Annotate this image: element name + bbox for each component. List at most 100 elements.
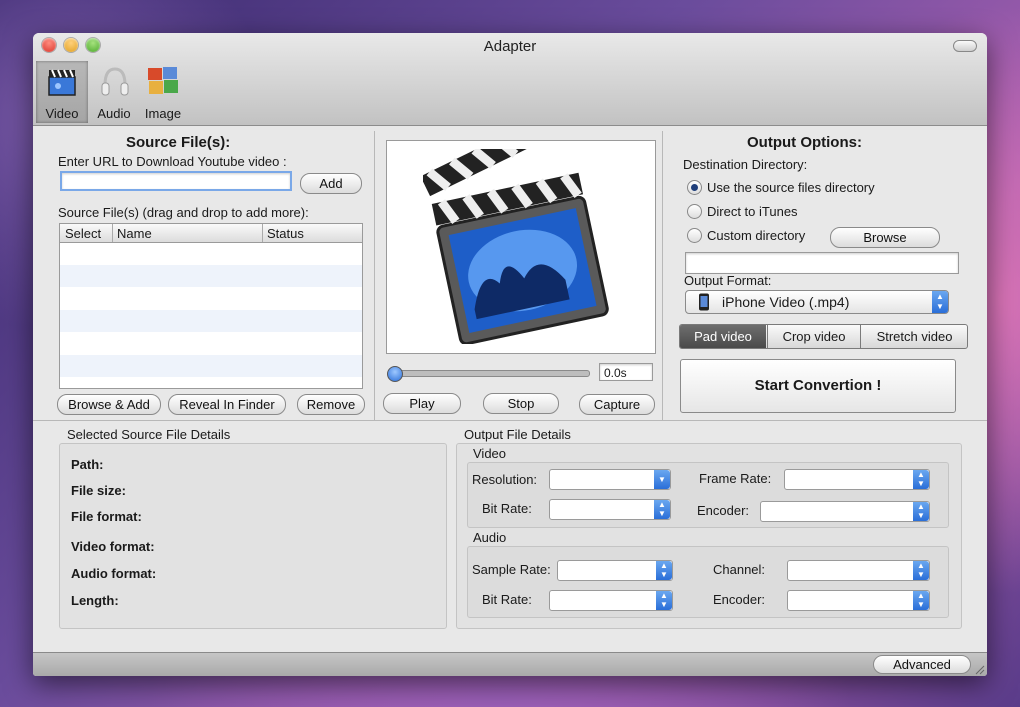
time-field: 0.0s <box>599 363 653 381</box>
source-title: Source File(s): <box>126 134 231 151</box>
audio-bit-rate-select[interactable]: ▲ ▼ <box>549 590 673 611</box>
toolbar-image-tab[interactable]: Image <box>137 61 189 123</box>
capture-button[interactable]: Capture <box>579 394 655 415</box>
output-format-select[interactable]: iPhone Video (.mp4) ▲ ▼ <box>685 290 949 314</box>
column-status[interactable]: Status <box>267 226 304 241</box>
seek-slider-knob[interactable] <box>387 366 403 382</box>
bottom-bar <box>33 652 987 676</box>
url-label: Enter URL to Download Youtube video : <box>58 154 287 169</box>
chevron-updown-icon: ▲ ▼ <box>913 502 929 521</box>
chevron-updown-icon: ▲ ▼ <box>913 561 929 580</box>
stop-button[interactable]: Stop <box>483 393 559 414</box>
stretch-video-segment[interactable]: Stretch video <box>860 325 967 348</box>
clapperboard-icon <box>423 149 609 344</box>
seek-slider[interactable] <box>387 366 590 382</box>
table-row <box>60 355 362 377</box>
iphone-icon <box>699 293 709 311</box>
video-preview <box>386 140 656 354</box>
table-header: Select Name Status <box>60 224 362 243</box>
output-options-title: Output Options: <box>747 134 862 151</box>
source-list-label: Source File(s) (drag and drop to add mor… <box>58 205 309 220</box>
toolbar-image-label: Image <box>144 106 182 121</box>
video-format-label: Video format: <box>71 539 155 554</box>
start-conversion-button[interactable]: Start Convertion ! <box>680 359 956 413</box>
video-encoder-select[interactable]: ▲ ▼ <box>760 501 930 522</box>
resize-grip-icon[interactable] <box>973 663 985 675</box>
chevron-updown-icon: ▲ ▼ <box>656 591 672 610</box>
channel-select[interactable]: ▲ ▼ <box>787 560 930 581</box>
column-separator <box>262 224 263 242</box>
browse-add-button[interactable]: Browse & Add <box>57 394 161 415</box>
column-select[interactable]: Select <box>65 226 101 241</box>
add-url-button[interactable]: Add <box>300 173 362 194</box>
audio-bit-rate-label: Bit Rate: <box>482 592 532 607</box>
audio-format-label: Audio format: <box>71 566 157 581</box>
window-title: Adapter <box>483 38 537 55</box>
toolbar-video-tab[interactable]: Video <box>36 61 88 123</box>
toolbar-audio-label: Audio <box>97 106 131 121</box>
play-button[interactable]: Play <box>383 393 461 414</box>
video-bit-rate-select[interactable]: ▲ ▼ <box>549 499 671 520</box>
remove-button[interactable]: Remove <box>297 394 365 415</box>
audio-settings-group: Sample Rate: ▲ ▼ Channel: ▲ ▼ Bit Rate: ▲ ▼… <box>467 546 949 618</box>
toolbar-audio-tab[interactable]: Audio <box>88 61 140 123</box>
toolbar-video-label: Video <box>45 106 79 121</box>
radio-custom-directory[interactable] <box>687 228 702 243</box>
output-details-panel: Video Resolution: ▼ Frame Rate: ▲ ▼ Bit R… <box>456 443 962 629</box>
resolution-label: Resolution: <box>472 472 538 487</box>
video-settings-group: Resolution: ▼ Frame Rate: ▲ ▼ Bit Rate: ▲… <box>467 462 949 528</box>
channel-label: Channel: <box>713 562 766 577</box>
column-name[interactable]: Name <box>117 226 152 241</box>
toolbar-toggle-button[interactable] <box>953 40 977 52</box>
radio-source-directory[interactable] <box>687 180 702 195</box>
title-bar: Adapter Video Audio Image <box>33 33 987 126</box>
audio-encoder-select[interactable]: ▲ ▼ <box>787 590 930 611</box>
reveal-in-finder-button[interactable]: Reveal In Finder <box>168 394 286 415</box>
resolution-select[interactable]: ▼ <box>549 469 671 490</box>
pad-video-segment[interactable]: Pad video <box>680 325 766 348</box>
video-encoder-label: Encoder: <box>697 503 750 518</box>
audio-encoder-label: Encoder: <box>713 592 766 607</box>
column-separator <box>112 224 113 242</box>
right-divider <box>662 131 663 421</box>
output-details-title: Output File Details <box>464 427 571 442</box>
sample-rate-select[interactable]: ▲ ▼ <box>557 560 673 581</box>
table-row <box>60 265 362 287</box>
photos-icon <box>148 67 178 94</box>
radio-itunes-label[interactable]: Direct to iTunes <box>707 204 798 219</box>
custom-directory-field[interactable] <box>685 252 959 274</box>
source-details-title: Selected Source File Details <box>67 427 231 442</box>
length-label: Length: <box>71 593 119 608</box>
horizontal-divider <box>33 420 987 421</box>
video-group-title: Video <box>473 446 507 461</box>
radio-custom-directory-label[interactable]: Custom directory <box>707 228 805 243</box>
chevron-updown-icon: ▲ ▼ <box>913 591 929 610</box>
radio-itunes[interactable] <box>687 204 702 219</box>
video-bit-rate-label: Bit Rate: <box>482 501 532 516</box>
path-label: Path: <box>71 457 104 472</box>
file-format-label: File format: <box>71 509 142 524</box>
radio-source-directory-label[interactable]: Use the source files directory <box>707 180 875 195</box>
crop-video-segment[interactable]: Crop video <box>767 325 860 348</box>
advanced-button[interactable]: Advanced <box>873 655 971 674</box>
chevron-updown-icon: ▲ ▼ <box>932 291 948 313</box>
source-files-table[interactable]: Select Name Status <box>59 223 363 389</box>
chevron-updown-icon: ▲ ▼ <box>913 470 929 489</box>
left-divider <box>374 131 375 421</box>
browse-directory-button[interactable]: Browse <box>830 227 940 248</box>
youtube-url-input[interactable] <box>60 171 292 191</box>
app-window: Adapter Video Audio Image Source File(s)… <box>33 33 987 676</box>
frame-rate-label: Frame Rate: <box>699 471 772 486</box>
output-format-value: iPhone Video (.mp4) <box>722 294 850 310</box>
chevron-down-icon: ▼ <box>654 470 670 489</box>
chevron-updown-icon: ▲ ▼ <box>656 561 672 580</box>
chevron-updown-icon: ▲ ▼ <box>654 500 670 519</box>
sample-rate-label: Sample Rate: <box>472 562 551 577</box>
frame-rate-select[interactable]: ▲ ▼ <box>784 469 930 490</box>
headphones-icon <box>101 67 129 96</box>
table-row <box>60 310 362 332</box>
audio-group-title: Audio <box>473 530 507 545</box>
video-mode-segmented: Pad video Crop video Stretch video <box>679 324 968 349</box>
destination-label: Destination Directory: <box>683 157 808 172</box>
source-details-panel: Path: File size: File format: Video form… <box>59 443 447 629</box>
